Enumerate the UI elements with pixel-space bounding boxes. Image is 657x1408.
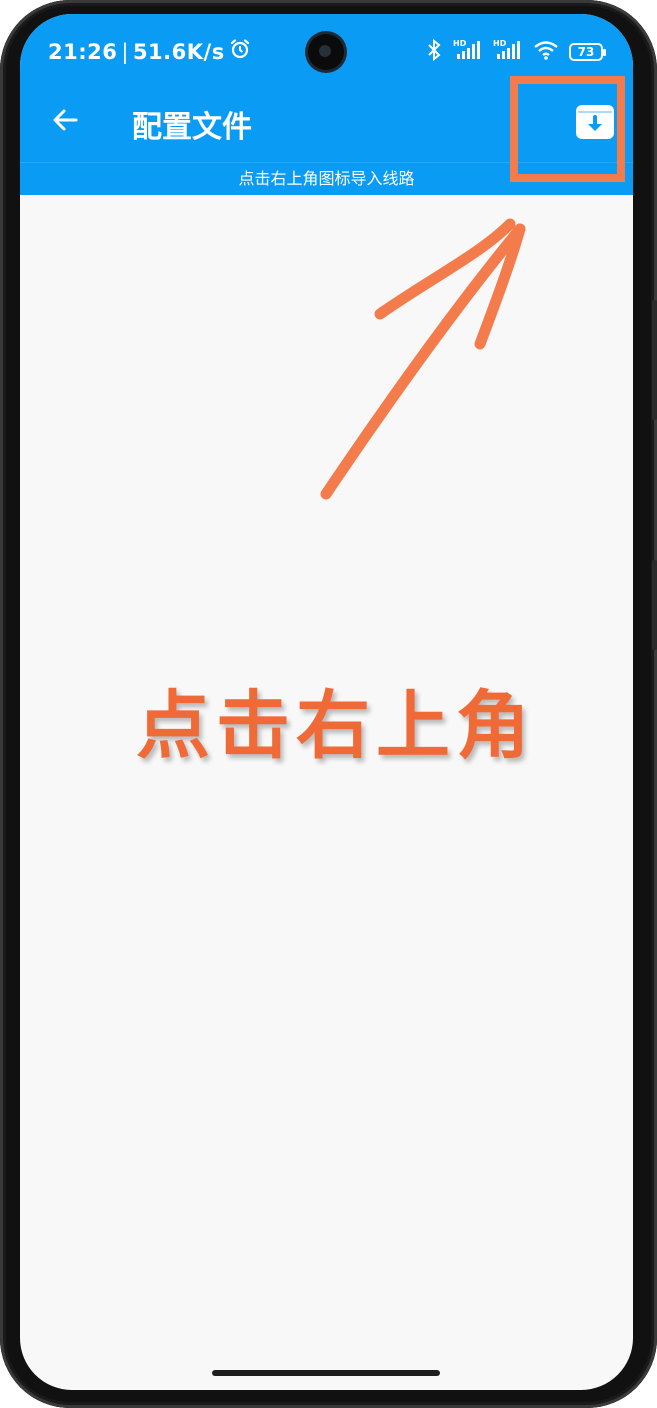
highlight-box bbox=[510, 76, 625, 182]
back-button[interactable] bbox=[46, 100, 86, 140]
arrow-left-icon bbox=[53, 109, 78, 131]
power-button bbox=[652, 560, 657, 650]
wifi-icon bbox=[533, 39, 559, 65]
front-camera bbox=[308, 34, 344, 70]
svg-text:HD: HD bbox=[493, 39, 507, 48]
phone-screen: 21:26 | 51.6K/s HD HD 73 配置文件 点击右上角图标导入线… bbox=[20, 14, 633, 1390]
status-right: HD HD 73 bbox=[425, 38, 606, 66]
status-separator: | bbox=[121, 39, 129, 64]
alarm-icon bbox=[229, 38, 251, 65]
status-time: 21:26 bbox=[48, 39, 118, 64]
bluetooth-icon bbox=[425, 38, 443, 66]
home-indicator[interactable] bbox=[212, 1370, 440, 1376]
volume-button bbox=[652, 300, 657, 420]
signal-hd-icon: HD bbox=[453, 39, 483, 65]
signal-hd-icon: HD bbox=[493, 39, 523, 65]
annotation-label: 点击右上角 bbox=[136, 683, 536, 769]
battery-icon: 73 bbox=[569, 43, 606, 61]
page-title: 配置文件 bbox=[132, 110, 252, 145]
svg-text:HD: HD bbox=[453, 39, 467, 48]
battery-level: 73 bbox=[577, 45, 595, 59]
status-left: 21:26 | 51.6K/s bbox=[48, 38, 251, 65]
network-speed: 51.6K/s bbox=[132, 39, 225, 64]
